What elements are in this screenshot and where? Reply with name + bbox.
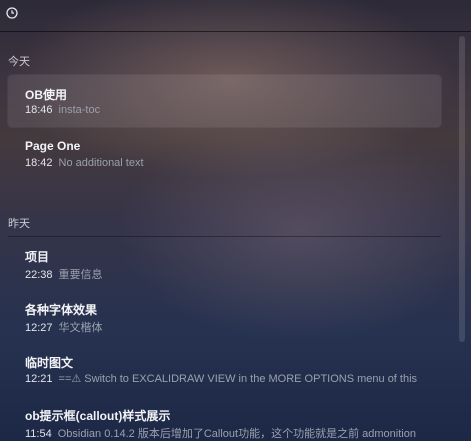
note-meta: 12:27 华文楷体 (25, 319, 425, 335)
top-toolbar (0, 0, 471, 32)
note-preview: insta-toc (58, 104, 101, 116)
note-item[interactable]: Page One 18:42 No additional text (8, 128, 441, 180)
note-title: OB使用 (25, 88, 68, 102)
note-title: 临时图文 (25, 356, 74, 370)
note-preview: 重要信息 (58, 269, 103, 281)
note-item[interactable]: 项目 22:38 重要信息 (8, 237, 441, 289)
note-preview: 华文楷体 (58, 322, 103, 334)
note-item[interactable]: 各种字体效果 12:27 华文楷体 (8, 290, 441, 342)
note-meta: 22:38 重要信息 (25, 266, 425, 282)
section-label-today: 今天 (8, 56, 30, 68)
note-title: 各种字体效果 (25, 303, 98, 317)
note-meta: 12:21 ==⚠ Switch to EXCALIDRAW VIEW in th… (25, 372, 425, 385)
note-time: 12:21 (25, 373, 53, 385)
note-title: 项目 (25, 250, 50, 264)
section-label-yesterday: 昨天 (8, 218, 30, 230)
note-meta: 18:42 No additional text (25, 157, 425, 169)
note-title: ob提示框(callout)样式展示 (25, 409, 171, 423)
note-time: 18:42 (25, 157, 53, 169)
scrollbar[interactable] (459, 36, 465, 342)
note-time: 18:46 (25, 104, 53, 116)
note-preview: No additional text (58, 157, 144, 169)
note-time: 12:27 (25, 322, 53, 334)
note-time: 11:54 (25, 428, 52, 440)
note-item[interactable]: OB使用 18:46 insta-toc (8, 75, 441, 127)
note-meta: 18:46 insta-toc (25, 104, 425, 116)
note-title: Page One (25, 139, 81, 153)
note-time: 22:38 (25, 269, 53, 281)
note-preview: ==⚠ Switch to EXCALIDRAW VIEW in the MOR… (58, 373, 418, 385)
clock-icon[interactable] (6, 6, 18, 19)
note-meta: 11:54 Obsidian 0.14.2 版本后增加了Callout功能，这个功… (25, 425, 425, 441)
note-item[interactable]: ob提示框(callout)样式展示 11:54 Obsidian 0.14.2 … (8, 396, 441, 441)
note-item[interactable]: 临时图文 12:21 ==⚠ Switch to EXCALIDRAW VIEW … (8, 343, 441, 395)
note-preview: Obsidian 0.14.2 版本后增加了Callout功能，这个功能就是之前… (57, 428, 416, 440)
